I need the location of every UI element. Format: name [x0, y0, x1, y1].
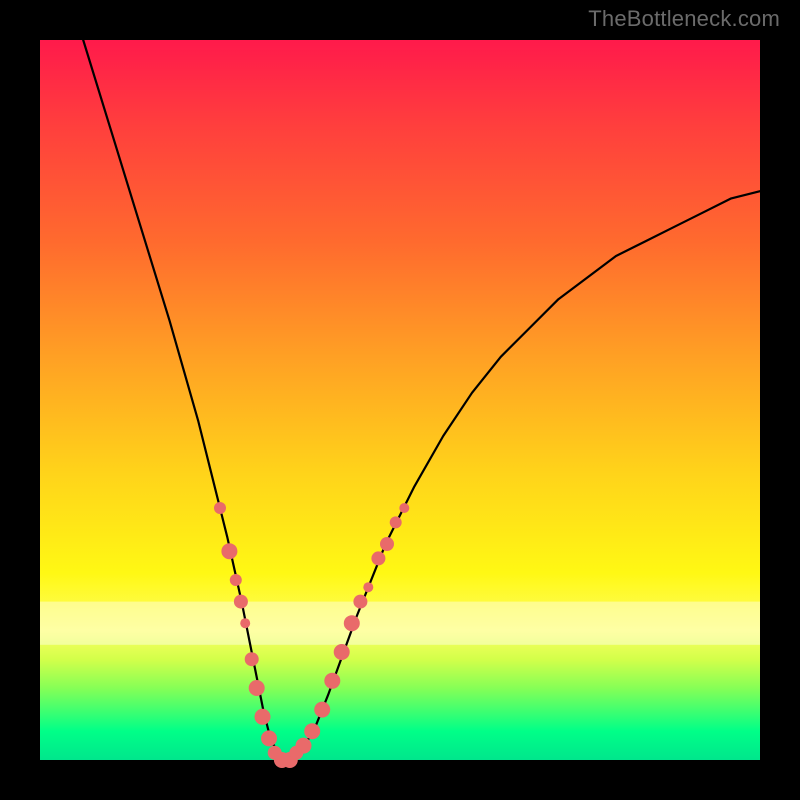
data-marker: [296, 738, 312, 754]
data-marker: [240, 618, 250, 628]
data-marker: [399, 503, 409, 513]
data-marker: [230, 574, 242, 586]
data-marker: [363, 582, 373, 592]
data-marker: [245, 652, 259, 666]
watermark-text: TheBottleneck.com: [588, 6, 780, 32]
data-marker: [314, 702, 330, 718]
data-marker: [380, 537, 394, 551]
data-marker: [249, 680, 265, 696]
data-marker: [353, 595, 367, 609]
curve-path: [83, 40, 760, 760]
data-marker: [214, 502, 226, 514]
data-marker: [304, 723, 320, 739]
curve-line: [83, 40, 760, 760]
plot-area: [40, 40, 760, 760]
data-marker: [255, 709, 271, 725]
chart-svg: [40, 40, 760, 760]
data-marker: [234, 595, 248, 609]
data-marker: [221, 543, 237, 559]
chart-frame: TheBottleneck.com: [0, 0, 800, 800]
data-marker: [371, 551, 385, 565]
data-marker: [334, 644, 350, 660]
data-marker: [261, 730, 277, 746]
data-marker: [344, 615, 360, 631]
pale-band: [40, 602, 760, 645]
data-marker: [324, 673, 340, 689]
data-marker: [390, 516, 402, 528]
highlight-bands: [40, 602, 760, 645]
